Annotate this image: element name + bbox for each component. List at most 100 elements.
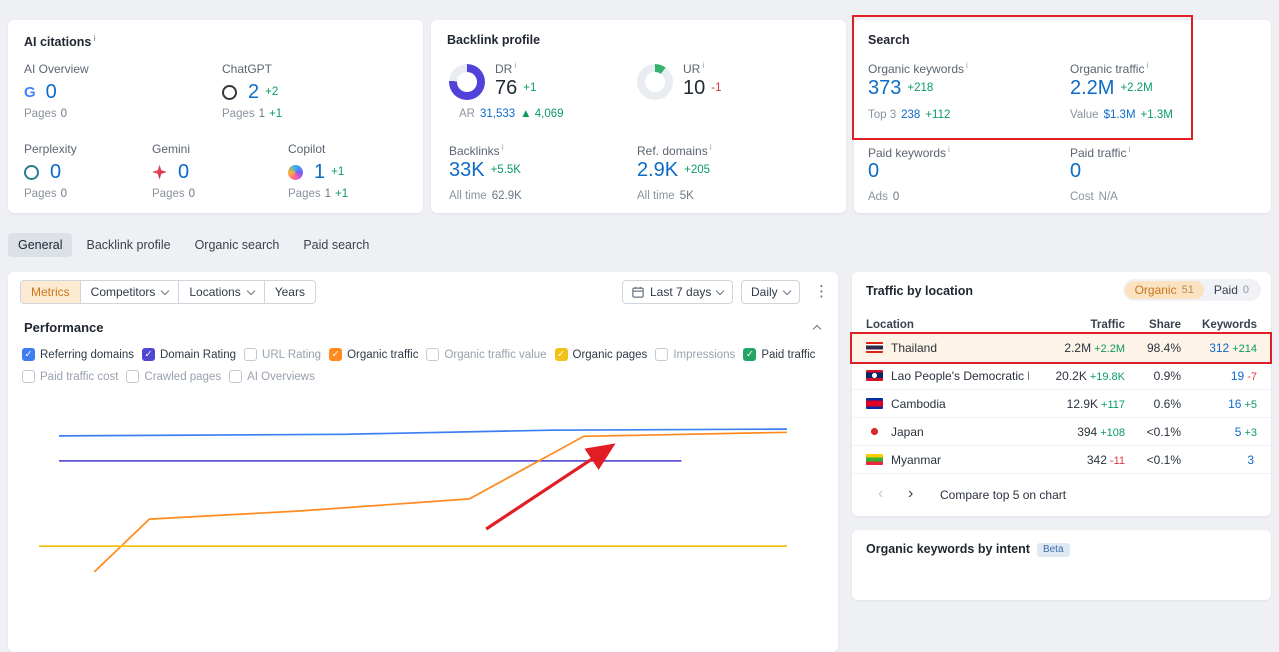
metric-checkbox-organic-traffic[interactable]: ✓ Organic traffic: [329, 348, 418, 361]
ai-source-label: AI Overview: [24, 62, 89, 76]
keywords-link[interactable]: 16: [1228, 397, 1241, 411]
ur-change: -1: [711, 82, 722, 94]
next-page-icon[interactable]: ›: [908, 486, 913, 502]
ar-value[interactable]: 31,533: [480, 108, 515, 120]
up-triangle-icon: ▲: [520, 108, 532, 120]
info-icon: i: [1128, 144, 1131, 154]
pages-value: 0: [188, 188, 196, 200]
info-icon: i: [702, 60, 705, 70]
paid-traffic-value[interactable]: 0: [1070, 160, 1081, 182]
table-row-thailand[interactable]: Thailand 2.2M +2.2M 98.4% 312 +214: [852, 334, 1271, 362]
checkbox-icon: [229, 370, 243, 383]
compare-top5-link[interactable]: Compare top 5 on chart: [940, 488, 1066, 502]
top3-row: Top 3 238 +112: [868, 109, 951, 121]
checkbox-icon: [22, 370, 35, 383]
table-row-japan[interactable]: Japan 394 +108 <0.1% 5 +3: [852, 418, 1271, 446]
metrics-button[interactable]: Metrics: [21, 281, 80, 303]
performance-chart[interactable]: [23, 392, 823, 572]
ai-overview-count[interactable]: 0: [46, 81, 57, 103]
paid-keywords-value[interactable]: 0: [868, 160, 879, 182]
ref-domains-value[interactable]: 2.9K: [637, 159, 678, 181]
pages-change: +1: [269, 108, 283, 120]
top3-change: +112: [925, 109, 951, 121]
keywords-link[interactable]: 3: [1247, 453, 1254, 467]
metric-checkbox-paid-traffic[interactable]: ✓ Paid traffic: [743, 348, 815, 361]
info-icon: i: [501, 142, 504, 152]
section-tabs: General Backlink profile Organic search …: [8, 233, 379, 257]
gemini-icon: [152, 164, 167, 180]
metric-checkbox-ai-overviews[interactable]: AI Overviews: [229, 370, 315, 383]
metric-checkbox-referring-domains[interactable]: ✓ Referring domains: [22, 348, 134, 361]
table-row-myanmar[interactable]: Myanmar 342 -11 <0.1% 3: [852, 446, 1271, 474]
kebab-menu-icon[interactable]: ⋮: [814, 280, 829, 304]
organic-toggle[interactable]: Organic 51: [1124, 281, 1204, 299]
pages-label: Pages: [288, 188, 321, 200]
copilot-icon: [288, 164, 303, 180]
ref-domains-label: Ref. domains i: [637, 142, 712, 158]
metric-checkbox-organic-traffic-value[interactable]: Organic traffic value: [426, 348, 547, 361]
ai-citations-card: AI citations i AI Overview G 0 Pages 0 Cha…: [8, 20, 423, 213]
search-card: Search Organic keywords i 373 +218 Top 3 …: [854, 20, 1271, 213]
ai-item-copilot: Copilot 1 +1 Pages 1 +1: [288, 142, 348, 200]
chevron-down-icon: [246, 286, 255, 296]
gemini-count[interactable]: 0: [178, 161, 189, 183]
top3-value[interactable]: 238: [901, 109, 920, 121]
ai-item-chatgpt: ChatGPT 2 +2 Pages 1 +1: [222, 62, 282, 120]
table-row-cambodia[interactable]: Cambodia 12.9K +117 0.6% 16 +5: [852, 390, 1271, 418]
paid-traffic-label: Paid traffic i: [1070, 144, 1131, 160]
japan-flag-icon: [866, 426, 883, 437]
tab-paid-search[interactable]: Paid search: [293, 233, 379, 257]
granularity-dropdown[interactable]: Daily: [741, 280, 800, 304]
metric-checkbox-paid-traffic-cost[interactable]: Paid traffic cost: [22, 370, 118, 383]
checkbox-icon: [244, 348, 258, 361]
traffic-value[interactable]: $1.3M: [1104, 109, 1136, 121]
checkbox-icon: [426, 348, 440, 361]
metric-checkbox-url-rating[interactable]: URL Rating: [244, 348, 321, 361]
metric-checkbox-domain-rating[interactable]: ✓ Domain Rating: [141, 348, 236, 361]
pages-label: Pages: [222, 108, 255, 120]
keywords-link[interactable]: 312: [1209, 341, 1229, 355]
google-icon: G: [24, 83, 36, 101]
tab-backlink-profile[interactable]: Backlink profile: [76, 233, 180, 257]
organic-traffic-label: Organic traffic i: [1070, 60, 1149, 76]
chevron-down-icon: [782, 286, 791, 296]
paid-toggle[interactable]: Paid 0: [1204, 281, 1259, 299]
column-share: Share: [1149, 319, 1181, 331]
competitors-dropdown[interactable]: Competitors: [79, 281, 179, 303]
organic-traffic-value[interactable]: 2.2M: [1070, 77, 1114, 99]
organic-keywords-value[interactable]: 373: [868, 77, 901, 99]
metric-checkbox-crawled-pages[interactable]: Crawled pages: [126, 370, 221, 383]
backlinks-value[interactable]: 33K: [449, 159, 485, 181]
ur-label: UR i: [683, 60, 705, 76]
prev-page-icon[interactable]: ‹: [878, 486, 883, 502]
ar-row: AR 31,533 ▲ 4,069: [459, 108, 564, 120]
calendar-icon: [632, 286, 644, 298]
organic-keywords-label: Organic keywords i: [868, 60, 968, 76]
table-header: Location Traffic Share Keywords: [852, 316, 1271, 334]
traffic-by-location-card: Traffic by location Organic 51 Paid 0 Loca…: [852, 272, 1271, 516]
chatgpt-count[interactable]: 2: [248, 81, 259, 103]
tab-organic-search[interactable]: Organic search: [185, 233, 290, 257]
perplexity-count[interactable]: 0: [50, 161, 61, 183]
years-button[interactable]: Years: [263, 281, 315, 303]
ar-change: 4,069: [534, 108, 564, 120]
locations-dropdown[interactable]: Locations: [178, 281, 263, 303]
ads-row: Ads 0: [868, 191, 900, 203]
organic-paid-toggle: Organic 51 Paid 0: [1122, 279, 1261, 301]
performance-title: Performance: [24, 320, 104, 335]
table-row-laos[interactable]: Lao People's Democratic Reput 20.2K+19.8…: [852, 362, 1271, 390]
tab-general[interactable]: General: [8, 233, 73, 257]
ref-domains-change: +205: [684, 164, 711, 176]
info-icon: i: [1146, 60, 1149, 70]
keywords-link[interactable]: 19: [1231, 369, 1244, 383]
metric-checkbox-impressions[interactable]: Impressions: [655, 348, 735, 361]
info-icon: i: [514, 60, 517, 70]
cost-row: Cost N/A: [1070, 191, 1118, 203]
copilot-count[interactable]: 1: [314, 161, 325, 183]
search-title: Search: [868, 33, 910, 47]
collapse-icon[interactable]: [812, 324, 822, 334]
date-range-picker[interactable]: Last 7 days: [622, 280, 734, 304]
pages-label: Pages: [152, 188, 185, 200]
keywords-link[interactable]: 5: [1235, 425, 1242, 439]
metric-checkbox-organic-pages[interactable]: ✓ Organic pages: [554, 348, 647, 361]
